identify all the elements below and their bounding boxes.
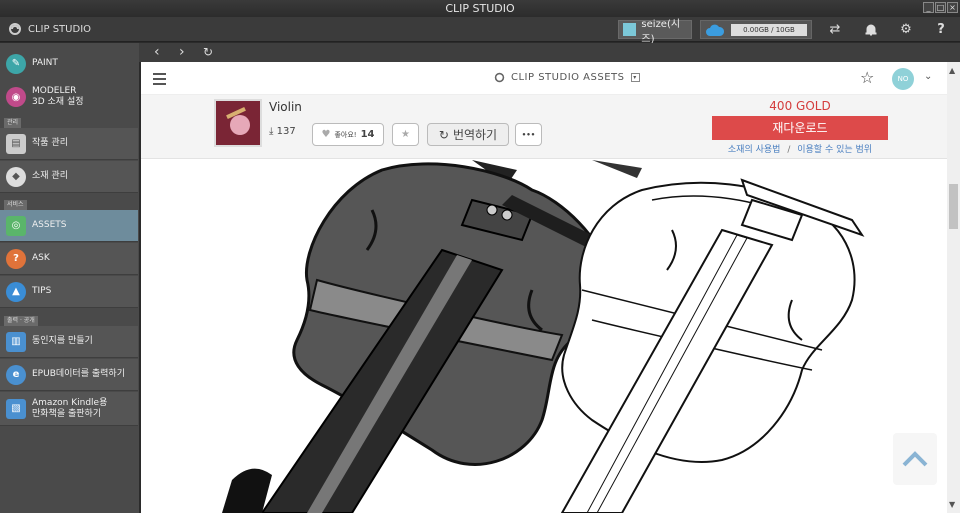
scrollbar-thumb[interactable] (949, 184, 958, 229)
sidebar-item-assets[interactable]: ◎ ASSETS (0, 210, 138, 242)
sidebar-item-label: TIPS (32, 286, 52, 296)
product-name: Violin (269, 100, 302, 114)
sync-icon[interactable]: ⇄ (824, 20, 846, 39)
sidebar-item-label: PAINT (32, 58, 58, 68)
forward-arrow-icon[interactable]: › (179, 44, 185, 61)
sidebar-item-paint[interactable]: ✎ PAINT (0, 47, 138, 80)
sidebar-item-works[interactable]: ▤ 작품 관리 (0, 128, 138, 160)
section-header-publish: 출력 · 공개 (4, 316, 38, 326)
user-name: seize(시즈) (641, 18, 681, 45)
heart-icon: ♥ (321, 129, 331, 140)
document-icon: ▤ (6, 133, 26, 154)
question-icon: ? (6, 248, 26, 269)
price-label: 400 GOLD (769, 99, 831, 113)
browser-nav-bar: ‹ › ↻ (139, 43, 960, 62)
storage-usage-bar: 0.00GB / 10GB (731, 23, 807, 36)
translate-button[interactable]: ↻ 번역하기 (427, 123, 509, 146)
chevron-up-icon (902, 451, 928, 467)
cloud-storage-indicator[interactable]: 0.00GB / 10GB (700, 20, 812, 39)
sidebar-item-label: ASK (32, 253, 50, 263)
like-button[interactable]: ♥ 좋아요! 14 (312, 123, 384, 146)
epub-icon: e (6, 364, 26, 385)
user-account-button[interactable]: seize(시즈) (618, 19, 692, 45)
maximize-button[interactable]: □ (935, 2, 946, 13)
sidebar-item-sublabel: 만화책을 출판하기 (32, 408, 102, 419)
sidebar-item-ask[interactable]: ? ASK (0, 243, 138, 275)
dropdown-box-icon[interactable]: ▾ (630, 73, 640, 82)
sidebar-item-tips[interactable]: ▲ TIPS (0, 276, 138, 308)
preview-image (202, 160, 865, 513)
sidebar-item-label: MODELER (32, 86, 77, 96)
assets-icon: ◎ (6, 215, 26, 236)
refresh-icon: ↻ (438, 127, 449, 142)
clip-studio-logo-icon (9, 23, 21, 35)
user-avatar (623, 23, 637, 36)
modeler-icon: ◉ (6, 87, 26, 107)
cloud-icon (706, 24, 725, 36)
assets-logo[interactable]: CLIP STUDIO ASSETS ▾ (494, 72, 640, 83)
clip-studio-logo-icon (494, 72, 505, 83)
download-count-value: 137 (276, 126, 296, 137)
user-avatar[interactable]: NO (892, 68, 914, 90)
help-icon[interactable]: ? (930, 20, 952, 39)
materials-icon: ◆ (6, 166, 26, 187)
book-icon: ▥ (6, 331, 26, 352)
sidebar-item-label: 소재 관리 (32, 171, 68, 181)
scope-link[interactable]: 이용할 수 있는 범위 (797, 145, 872, 155)
redownload-button[interactable]: 재다운로드 (712, 116, 888, 140)
chevron-down-icon[interactable]: ⌄ (924, 71, 932, 82)
download-icon: ⤓ (269, 126, 274, 137)
graduation-cap-icon: ▲ (6, 281, 26, 302)
star-icon[interactable]: ☆ (860, 68, 874, 87)
close-button[interactable]: × (947, 2, 958, 13)
hamburger-menu-icon[interactable] (153, 73, 166, 85)
scroll-down-icon[interactable]: ▼ (949, 500, 955, 509)
link-separator: / (787, 145, 791, 155)
sidebar-item-epub[interactable]: e EPUB데이터를 출력하기 (0, 359, 138, 391)
sidebar-item-materials[interactable]: ◆ 소재 관리 (0, 161, 138, 193)
usage-link[interactable]: 소재의 사용법 (728, 145, 781, 155)
product-thumbnail (214, 99, 262, 147)
kindle-icon: ▧ (6, 398, 26, 419)
sidebar-item-label: Amazon Kindle용 (32, 397, 108, 408)
sidebar-item-label: 작품 관리 (32, 138, 68, 148)
download-count: ⤓ 137 (269, 126, 296, 137)
translate-label: 번역하기 (452, 128, 498, 142)
app-toolbar: CLIP STUDIO seize(시즈) 0.00GB / 10GB ⇄ ⚙ … (0, 17, 960, 45)
sidebar: ✎ PAINT ◉ MODELER 3D 소재 설정 관리 ▤ 작품 관리 ◆ … (0, 43, 139, 513)
sidebar-item-label: ASSETS (32, 220, 67, 230)
sidebar-item-modeler[interactable]: ◉ MODELER 3D 소재 설정 (0, 81, 138, 113)
minimize-button[interactable]: _ (923, 2, 934, 13)
sidebar-item-sublabel: 3D 소재 설정 (32, 97, 84, 107)
refresh-icon[interactable]: ↻ (203, 44, 213, 61)
section-header-manage: 관리 (4, 118, 22, 128)
scroll-to-top-button[interactable] (893, 433, 937, 485)
favorite-button[interactable]: ★ (392, 123, 419, 146)
like-count: 14 (360, 129, 375, 140)
window-title: CLIP STUDIO (445, 2, 515, 15)
brand-label: CLIP STUDIO (28, 23, 92, 35)
info-links: 소재의 사용법 / 이용할 수 있는 범위 (712, 142, 888, 155)
back-arrow-icon[interactable]: ‹ (154, 44, 160, 61)
more-button[interactable]: ••• (515, 123, 542, 146)
window-titlebar: CLIP STUDIO _ □ × (0, 0, 960, 17)
product-bar: Violin ⤓ 137 ♥ 좋아요! 14 ★ ↻ 번역하기 ••• 400 … (141, 95, 947, 159)
sidebar-item-kindle[interactable]: ▧ Amazon Kindle용 만화책을 출판하기 (0, 392, 138, 426)
page-scrollbar[interactable]: ▲ ▼ (947, 62, 960, 513)
sidebar-item-doujin[interactable]: ▥ 동인지를 만들기 (0, 326, 138, 358)
assets-title: CLIP STUDIO ASSETS (511, 72, 625, 83)
gear-icon[interactable]: ⚙ (895, 20, 917, 39)
scroll-up-icon[interactable]: ▲ (949, 66, 955, 75)
star-icon: ★ (401, 129, 410, 140)
assets-header: CLIP STUDIO ASSETS ▾ ☆ NO ⌄ (141, 62, 947, 95)
sidebar-item-label: 동인지를 만들기 (32, 336, 93, 346)
section-header-service: 서비스 (4, 200, 27, 210)
like-label: 좋아요! (334, 130, 357, 139)
sidebar-item-label: EPUB데이터를 출력하기 (32, 369, 125, 379)
clip-studio-logo[interactable]: CLIP STUDIO (8, 22, 91, 36)
paint-icon: ✎ (6, 53, 26, 74)
bell-icon[interactable] (860, 20, 882, 39)
assets-page: CLIP STUDIO ASSETS ▾ ☆ NO ⌄ Violin ⤓ 137… (141, 62, 947, 513)
